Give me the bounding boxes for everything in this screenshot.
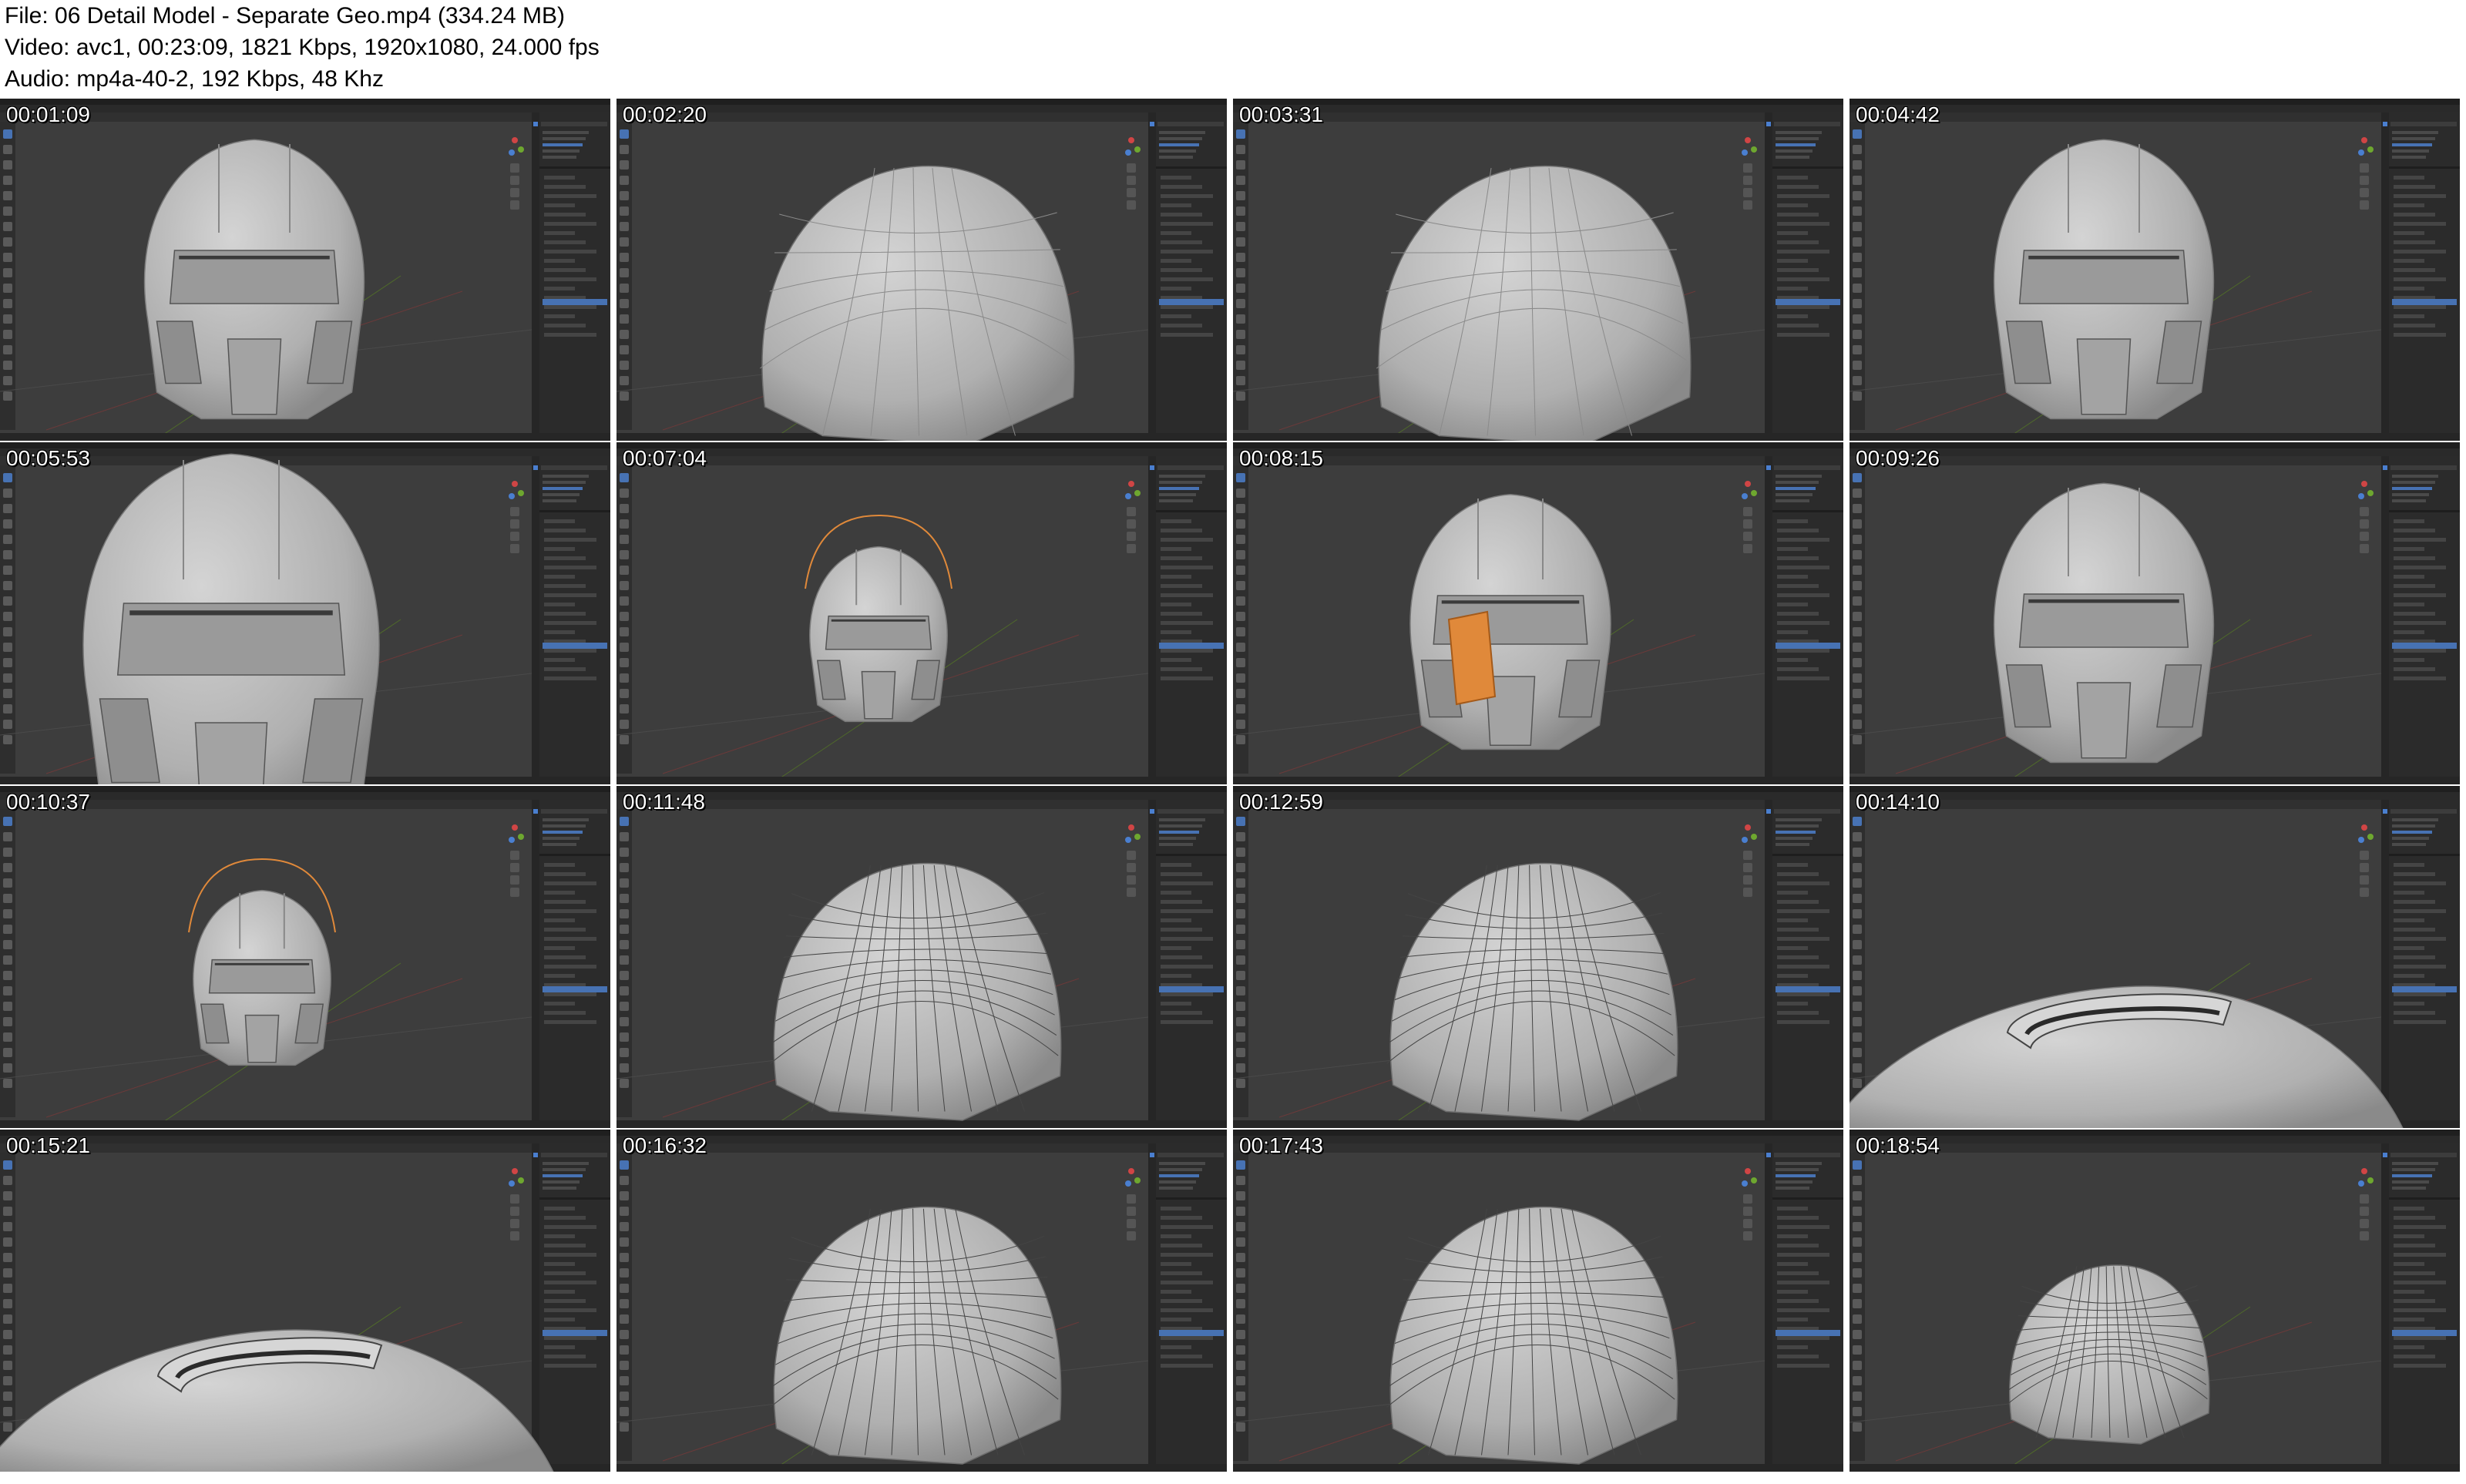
video-thumbnail: 00:14:10	[1850, 786, 2460, 1128]
file-info: File: 06 Detail Model - Separate Geo.mp4…	[5, 3, 566, 29]
thumbnail-timestamp: 00:18:54	[1856, 1133, 1940, 1157]
blender-viewport-frame	[616, 442, 1227, 784]
blender-viewport-frame	[616, 1130, 1227, 1472]
blender-viewport-frame	[0, 1130, 610, 1472]
blender-viewport-frame	[616, 786, 1227, 1128]
thumbnail-timestamp: 00:03:31	[1239, 102, 1323, 126]
thumbnail-timestamp: 00:02:20	[623, 102, 707, 126]
blender-viewport-frame	[1233, 786, 1843, 1128]
video-thumbnail: 00:09:26	[1850, 442, 2460, 784]
thumbnail-timestamp: 00:14:10	[1856, 790, 1940, 814]
video-thumbnail: 00:03:31	[1233, 99, 1843, 441]
thumbnail-timestamp: 00:07:04	[623, 446, 707, 470]
video-thumbnail: 00:05:53	[0, 442, 610, 784]
video-thumbnail: 00:16:32	[616, 1130, 1227, 1472]
video-thumbnail: 00:08:15	[1233, 442, 1843, 784]
video-thumbnail: 00:17:43	[1233, 1130, 1843, 1472]
thumbnail-timestamp: 00:17:43	[1239, 1133, 1323, 1157]
blender-viewport-frame	[1233, 442, 1843, 784]
video-thumbnail: 00:11:48	[616, 786, 1227, 1128]
thumbnail-timestamp: 00:05:53	[6, 446, 90, 470]
blender-viewport-frame	[616, 99, 1227, 441]
thumbnail-grid: 00:01:09 00:02:20 00:03:31 00:04:42 00:05:53…	[0, 96, 2466, 1484]
video-info: Video: avc1, 00:23:09, 1821 Kbps, 1920x1…	[5, 35, 600, 60]
video-thumbnail: 00:07:04	[616, 442, 1227, 784]
video-info-header: File: 06 Detail Model - Separate Geo.mp4…	[0, 0, 2466, 96]
audio-info: Audio: mp4a-40-2, 192 Kbps, 48 Khz	[5, 66, 384, 92]
video-thumbnail: 00:04:42	[1850, 99, 2460, 441]
blender-viewport-frame	[1850, 1130, 2460, 1472]
blender-viewport-frame	[1850, 99, 2460, 441]
blender-viewport-frame	[1850, 442, 2460, 784]
blender-viewport-frame	[0, 99, 610, 441]
video-thumbnail: 00:10:37	[0, 786, 610, 1128]
thumbnail-timestamp: 00:10:37	[6, 790, 90, 814]
thumbnail-timestamp: 00:08:15	[1239, 446, 1323, 470]
video-thumbnail: 00:18:54	[1850, 1130, 2460, 1472]
thumbnail-timestamp: 00:11:48	[623, 790, 705, 814]
thumbnail-timestamp: 00:04:42	[1856, 102, 1940, 126]
blender-viewport-frame	[0, 786, 610, 1128]
video-thumbnail: 00:15:21	[0, 1130, 610, 1472]
thumbnail-timestamp: 00:09:26	[1856, 446, 1940, 470]
video-thumbnail: 00:12:59	[1233, 786, 1843, 1128]
thumbnail-timestamp: 00:16:32	[623, 1133, 707, 1157]
blender-viewport-frame	[1233, 99, 1843, 441]
blender-viewport-frame	[1850, 786, 2460, 1128]
blender-viewport-frame	[0, 442, 610, 784]
thumbnail-timestamp: 00:01:09	[6, 102, 90, 126]
video-thumbnail: 00:02:20	[616, 99, 1227, 441]
video-thumbnail: 00:01:09	[0, 99, 610, 441]
thumbnail-timestamp: 00:12:59	[1239, 790, 1323, 814]
blender-viewport-frame	[1233, 1130, 1843, 1472]
thumbnail-timestamp: 00:15:21	[6, 1133, 90, 1157]
